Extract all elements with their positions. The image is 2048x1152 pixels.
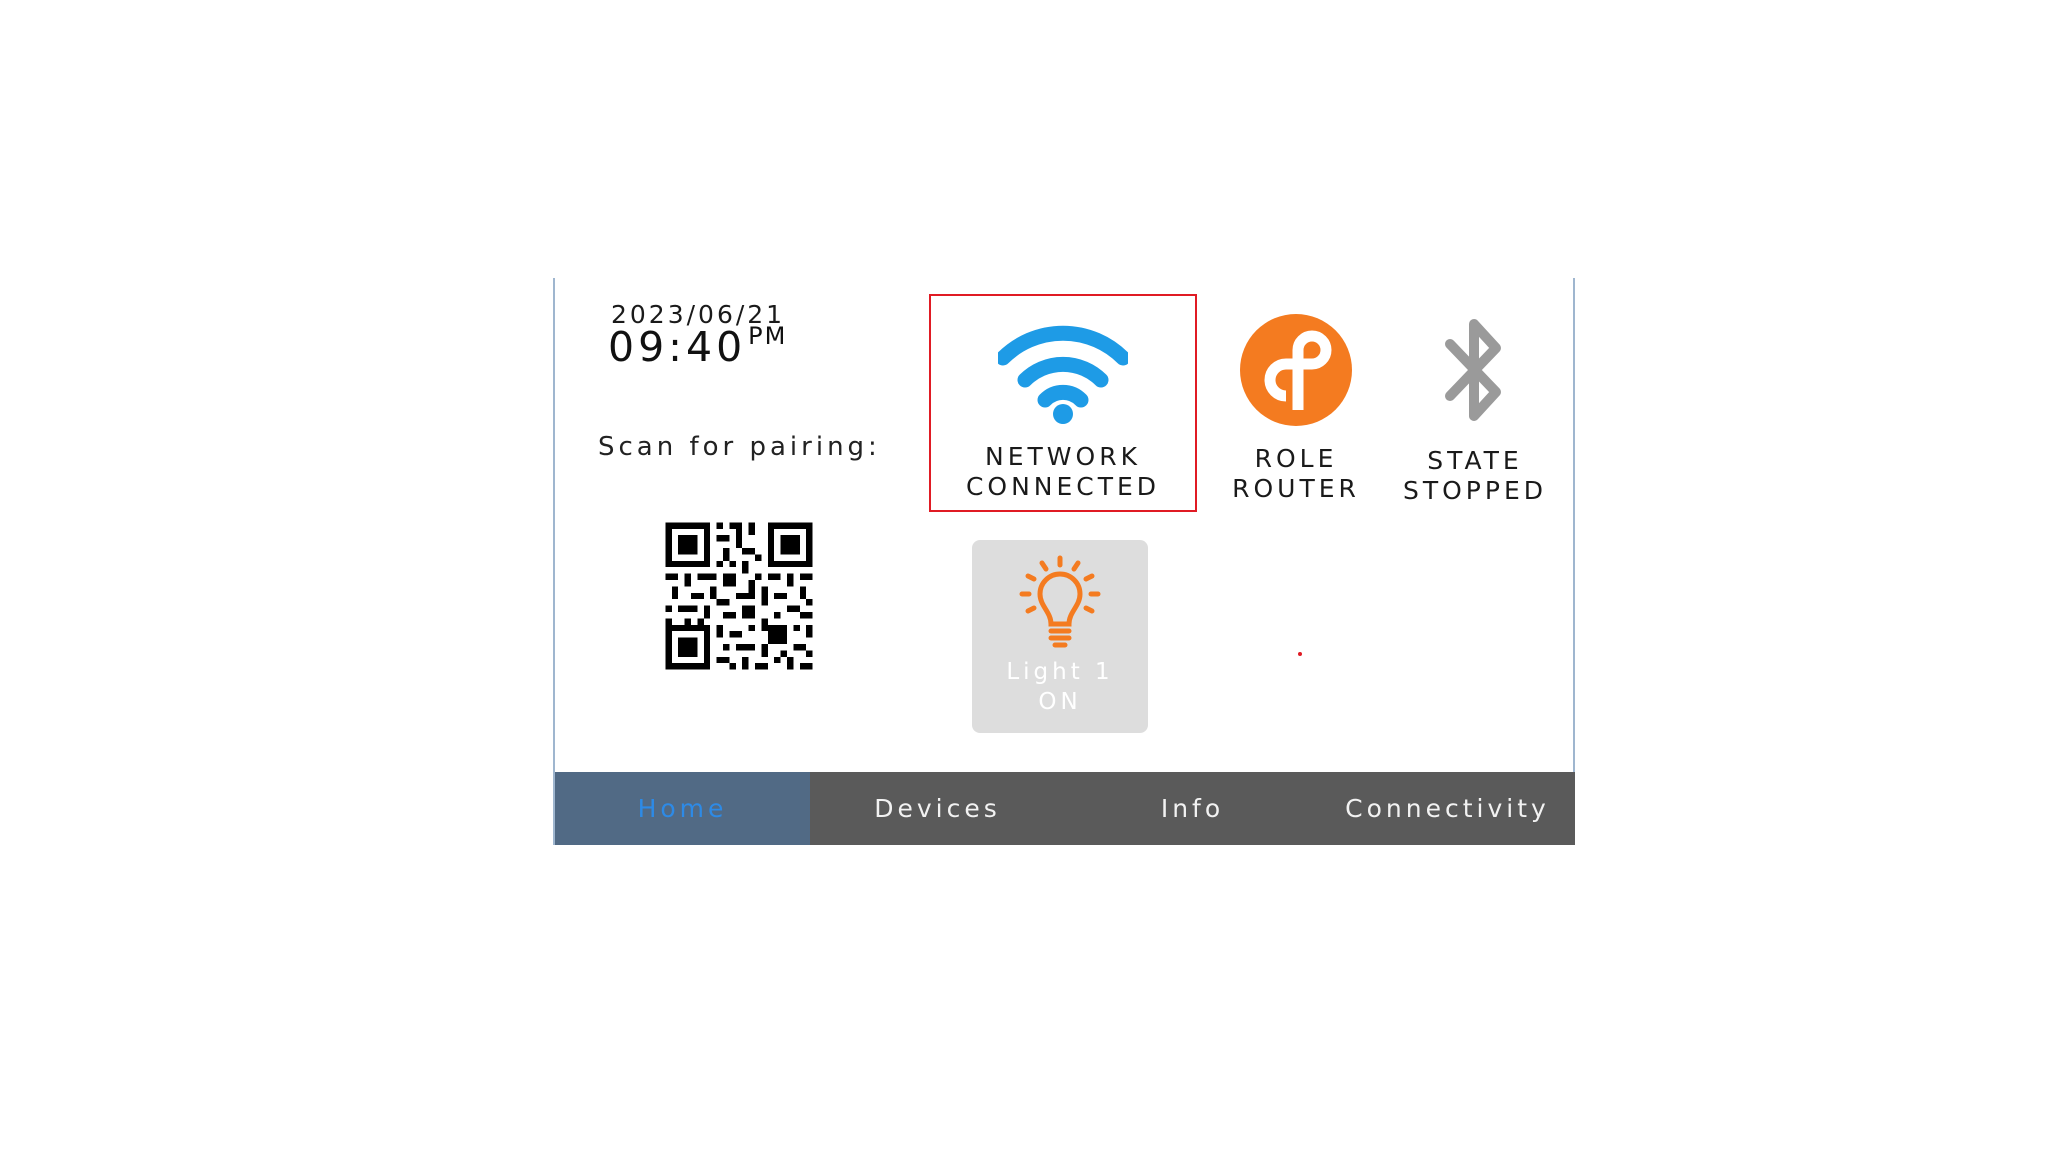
device-state: ON (1038, 688, 1082, 715)
network-value: CONNECTED (965, 472, 1161, 501)
scan-for-pairing-label: Scan for pairing: (598, 432, 881, 462)
time-display: 09:40PM (608, 322, 787, 371)
role-status-caption: ROLE ROUTER (1211, 444, 1381, 505)
lightbulb-icon (1019, 555, 1101, 648)
ampm-label: PM (748, 322, 788, 350)
device-screen: 2023/06/21 09:40PM Scan for pairing: NET… (553, 278, 1575, 845)
network-label: NETWORK (985, 441, 1141, 471)
tab-devices[interactable]: Devices (810, 772, 1065, 845)
network-status-tile[interactable]: NETWORK CONNECTED (929, 294, 1197, 512)
bluetooth-status-tile[interactable]: STATE STOPPED (1385, 314, 1565, 507)
device-name: Light 1 (1006, 659, 1114, 685)
wifi-icon (995, 325, 1131, 424)
light-caption: Light 1 ON (972, 658, 1148, 718)
time-value: 09:40 (608, 323, 747, 371)
bluetooth-status-caption: STATE STOPPED (1385, 446, 1565, 507)
network-status-caption: NETWORK CONNECTED (931, 442, 1195, 503)
role-value: ROUTER (1232, 474, 1360, 503)
tab-connectivity[interactable]: Connectivity (1320, 772, 1575, 845)
bottom-nav-bar: Home Devices Info Connectivity (555, 772, 1575, 845)
thread-icon (1240, 314, 1352, 426)
bluetooth-label: STATE (1427, 445, 1523, 475)
role-label: ROLE (1254, 443, 1338, 473)
bluetooth-icon (1445, 319, 1501, 421)
role-status-tile[interactable]: ROLE ROUTER (1211, 314, 1381, 505)
bluetooth-value: STOPPED (1402, 476, 1547, 505)
tab-home[interactable]: Home (555, 772, 810, 845)
device-tile-light-1[interactable]: Light 1 ON (972, 540, 1148, 733)
tab-info[interactable]: Info (1065, 772, 1320, 845)
indicator-dot (1298, 652, 1302, 656)
qr-code-icon (659, 516, 819, 676)
